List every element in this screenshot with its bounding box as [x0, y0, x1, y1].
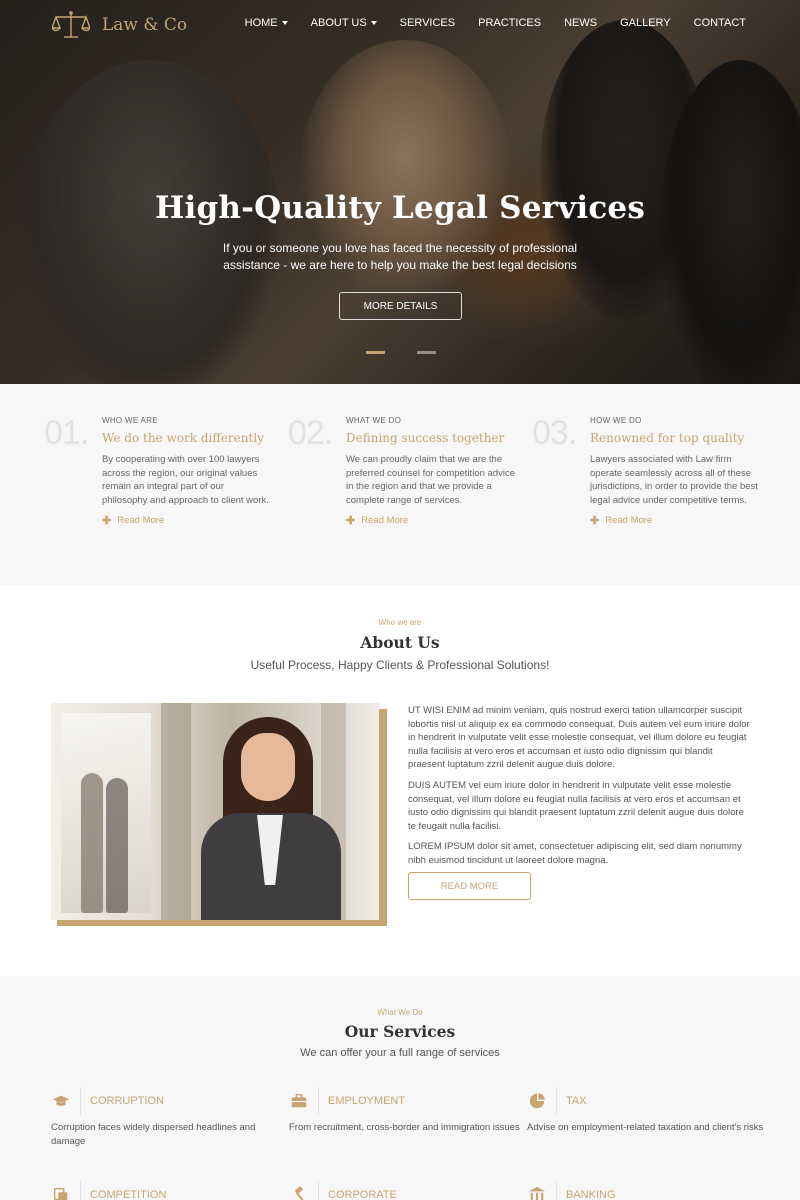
read-more-link[interactable]: ✚ Read More	[346, 514, 516, 527]
photo-column	[161, 703, 191, 920]
service-divider	[318, 1181, 319, 1200]
nav-services[interactable]: SERVICES	[400, 17, 455, 29]
read-more-label: Read More	[361, 515, 409, 526]
nav-news[interactable]: NEWS	[564, 17, 597, 29]
service-competition[interactable]: COMPETITION	[51, 1181, 291, 1200]
top-navigation-bar: Law & Co HOME ABOUT US SERVICES PRACTICE…	[0, 0, 800, 50]
about-paragraph-2: DUIS AUTEM vel eum iriure dolor in hendr…	[408, 779, 744, 832]
about-photo-frame	[51, 703, 387, 926]
feature-text: We can proudly claim that we are the pre…	[346, 454, 515, 506]
service-title: CORPORATE	[328, 1189, 397, 1200]
features-section: 01. WHO WE ARE We do the work differentl…	[0, 384, 800, 586]
feature-number: 01.	[44, 414, 89, 452]
chevron-down-icon	[370, 21, 377, 25]
main-nav: HOME ABOUT US SERVICES PRACTICES NEWS GA…	[245, 17, 746, 29]
copy-icon	[51, 1185, 71, 1200]
services-title: Our Services	[344, 1022, 456, 1041]
service-banking[interactable]: BANKING	[527, 1181, 767, 1200]
read-more-link[interactable]: ✚ Read More	[102, 514, 272, 527]
about-paragraph-3: LOREM IPSUM dolor sit amet, consectetuer…	[408, 841, 742, 866]
service-divider	[556, 1087, 557, 1115]
service-title: COMPETITION	[90, 1189, 167, 1200]
scales-of-justice-icon	[52, 11, 90, 38]
feature-kicker: HOW WE DO	[590, 416, 642, 425]
nav-home[interactable]: HOME	[245, 17, 288, 29]
slider-pagination	[366, 351, 436, 354]
service-corruption[interactable]: CORRUPTION Corruption faces widely dispe…	[51, 1087, 291, 1148]
service-title: CORRUPTION	[90, 1095, 164, 1107]
services-kicker: What We Do	[377, 1008, 423, 1017]
graduation-cap-icon	[51, 1091, 71, 1111]
service-divider	[318, 1087, 319, 1115]
feature-number: 02.	[288, 414, 333, 452]
hero-banner: Law & Co HOME ABOUT US SERVICES PRACTICE…	[0, 0, 800, 384]
nav-about-us[interactable]: ABOUT US	[311, 17, 377, 29]
services-subtitle: We can offer your a full range of servic…	[300, 1047, 500, 1059]
more-details-button[interactable]: MORE DETAILS	[339, 292, 462, 320]
feature-title: Renowned for top quality	[590, 431, 745, 445]
briefcase-icon	[289, 1091, 309, 1111]
read-more-button[interactable]: READ MORE	[408, 872, 531, 900]
feature-number: 03.	[532, 414, 577, 452]
feature-text: Lawyers associated with Law firm operate…	[590, 454, 758, 506]
feature-kicker: WHO WE ARE	[102, 416, 158, 425]
chevron-down-icon	[281, 21, 288, 25]
services-section: What We Do Our Services We can offer you…	[0, 976, 800, 1200]
nav-contact[interactable]: CONTACT	[694, 17, 746, 29]
photo-woman-face	[241, 733, 295, 801]
plus-icon: ✚	[102, 515, 112, 527]
service-title: BANKING	[566, 1189, 616, 1200]
service-divider	[556, 1181, 557, 1200]
about-text: UT WISI ENIM ad minim veniam, quis nostr…	[408, 704, 750, 875]
service-tax[interactable]: TAX Advise on employment-related taxatio…	[527, 1087, 767, 1135]
service-text: Advise on employment-related taxation an…	[527, 1122, 764, 1133]
feature-kicker: WHAT WE DO	[346, 416, 402, 425]
read-more-label: Read More	[117, 515, 165, 526]
service-divider	[80, 1181, 81, 1200]
hero-subtitle: If you or someone you love has faced the…	[222, 241, 578, 272]
plus-icon: ✚	[590, 515, 600, 527]
plus-icon: ✚	[346, 515, 356, 527]
about-section: Who we are About Us Useful Process, Happ…	[0, 586, 800, 976]
nav-home-label: HOME	[244, 17, 278, 29]
slider-dot-2[interactable]	[417, 351, 436, 354]
service-employment[interactable]: EMPLOYMENT From recruitment, cross-borde…	[289, 1087, 529, 1135]
hero-title: High-Quality Legal Services	[155, 190, 645, 226]
read-more-label: Read More	[605, 515, 653, 526]
gavel-icon	[289, 1185, 309, 1200]
service-text: From recruitment, cross-border and immig…	[289, 1122, 520, 1133]
service-title: EMPLOYMENT	[328, 1095, 406, 1107]
about-photo	[51, 703, 379, 920]
about-subtitle: Useful Process, Happy Clients & Professi…	[250, 658, 550, 672]
feature-title: We do the work differently	[102, 431, 264, 445]
slider-dot-1[interactable]	[366, 351, 385, 354]
photo-background-person	[106, 778, 128, 913]
nav-gallery[interactable]: GALLERY	[620, 17, 671, 29]
bank-icon	[527, 1185, 547, 1200]
service-corporate[interactable]: CORPORATE	[289, 1181, 529, 1200]
nav-practices[interactable]: PRACTICES	[478, 17, 541, 29]
service-title: TAX	[566, 1095, 587, 1107]
read-more-link[interactable]: ✚ Read More	[590, 514, 760, 527]
site-logo[interactable]: Law & Co	[52, 10, 187, 40]
pie-chart-icon	[527, 1091, 547, 1111]
feature-text: By cooperating with over 100 lawyers acr…	[102, 454, 269, 506]
nav-about-us-label: ABOUT US	[310, 17, 367, 29]
about-kicker: Who we are	[378, 618, 422, 627]
photo-background-person	[81, 773, 103, 913]
service-text: Corruption faces widely dispersed headli…	[51, 1122, 256, 1147]
brand-name: Law & Co	[102, 15, 188, 35]
about-paragraph-1: UT WISI ENIM ad minim veniam, quis nostr…	[408, 705, 750, 771]
feature-title: Defining success together	[346, 431, 505, 445]
about-title: About Us	[360, 633, 440, 652]
service-divider	[80, 1087, 81, 1115]
